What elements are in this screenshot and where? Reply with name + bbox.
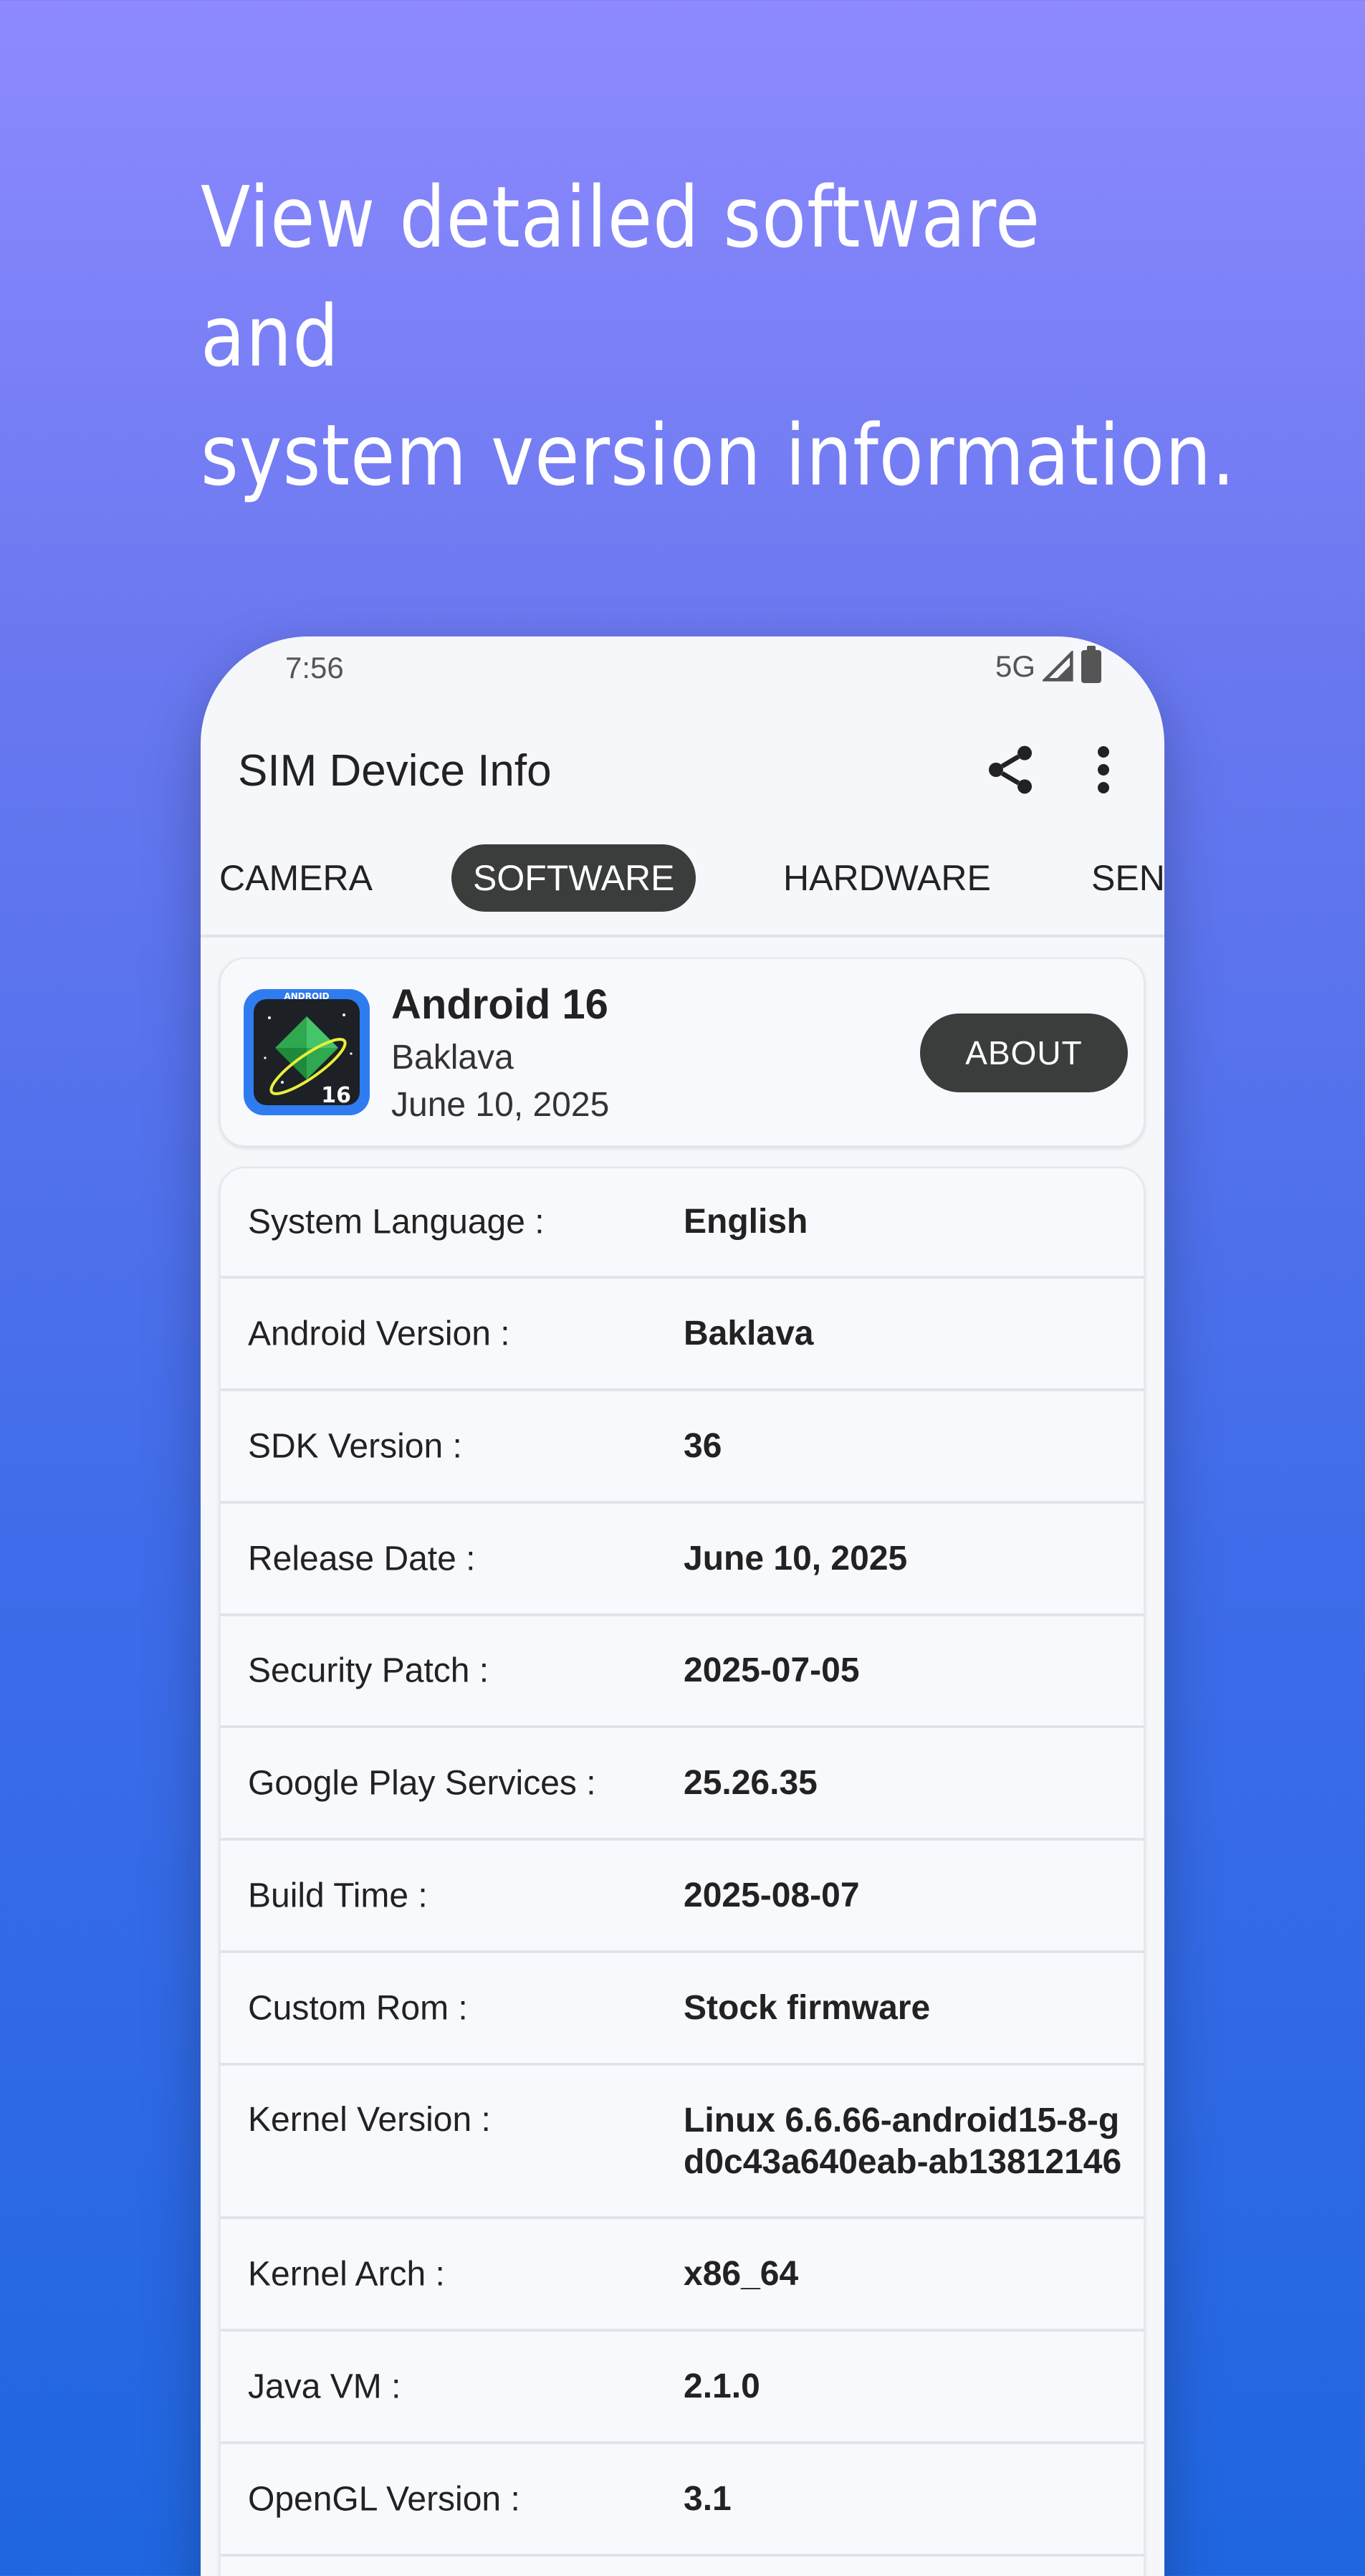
row-label: Build Time : [248,1876,428,1914]
signal-icon [1043,651,1073,682]
promo-headline: View detailed software and system versio… [201,158,1275,515]
info-row-system-language: System Language : English [221,1168,1144,1279]
row-value: Baklava [684,1314,814,1353]
headline-line-3: system version information. [201,406,1236,505]
info-row-kernel-arch: Kernel Arch : x86_64 [221,2219,1144,2332]
tab-software[interactable]: SOFTWARE [451,844,696,912]
row-label: Google Play Services : [248,1764,596,1802]
tab-sensors[interactable]: SENS [1091,844,1164,912]
software-info-list: System Language : English Android Versio… [219,1167,1145,2576]
info-row-release-date: Release Date : June 10, 2025 [221,1504,1144,1616]
row-value: Stock firmware [684,1988,931,2027]
icon-number: 16 [321,1083,351,1108]
row-value: 25.26.35 [684,1763,818,1802]
share-icon[interactable] [982,741,1039,798]
info-row-android-version: Android Version : Baklava [221,1279,1144,1391]
info-row-google-play-services: Google Play Services : 25.26.35 [221,1728,1144,1841]
info-row-opengl-version: OpenGL Version : 3.1 [221,2444,1144,2557]
network-type: 5G [995,649,1035,683]
info-row-build-time: Build Time : 2025-08-07 [221,1841,1144,1953]
android-logo-icon: ANDROID 16 [244,989,370,1115]
row-value: x86_64 [684,2254,799,2293]
row-value: 2.1.0 [684,2367,760,2405]
headline-line-2: and [201,287,340,386]
status-time: 7:56 [285,651,344,684]
status-bar: 7:56 5G [201,636,1164,701]
row-value: June 10, 2025 [684,1539,908,1578]
info-row-kernel-version: Kernel Version : Linux 6.6.66-android15-… [221,2066,1144,2219]
os-summary-card: ANDROID 16 Android 16 Baklava June 10, 2… [219,958,1145,1147]
row-value: 36 [684,1426,722,1465]
tab-bar: CAMERA SOFTWARE HARDWARE SENS [201,844,1164,938]
row-label: Security Patch : [248,1651,489,1690]
more-vert-icon[interactable] [1082,741,1125,798]
icon-label: ANDROID [284,991,329,1001]
row-value: 2025-08-07 [684,1876,860,1914]
row-value: English [684,1203,808,1241]
row-label: Kernel Arch : [248,2255,445,2293]
status-icons: 5G [995,646,1101,684]
row-label: Custom Rom : [248,1989,468,2027]
phone-screen: 7:56 5G SIM Device Info CAMERA SOFTWARE … [201,636,1164,2576]
battery-icon [1081,646,1101,683]
row-label: Release Date : [248,1540,476,1578]
info-row-sdk-version: SDK Version : 36 [221,1391,1144,1504]
os-codename: Baklava [391,1039,514,1077]
row-label: SDK Version : [248,1427,462,1465]
row-label: Kernel Version : [248,2101,491,2139]
row-value: 3.1 [684,2479,732,2518]
app-title: SIM Device Info [238,746,552,796]
about-button[interactable]: ABOUT [920,1013,1128,1092]
os-release-date: June 10, 2025 [391,1086,610,1124]
os-name: Android 16 [391,981,608,1028]
row-label: Android Version : [248,1315,510,1353]
row-label: OpenGL Version : [248,2480,520,2518]
app-bar: SIM Device Info [201,722,1164,823]
info-row-security-patch: Security Patch : 2025-07-05 [221,1616,1144,1728]
info-row-custom-rom: Custom Rom : Stock firmware [221,1953,1144,2066]
row-label: System Language : [248,1203,545,1241]
tab-hardware[interactable]: HARDWARE [783,844,991,912]
headline-line-1: View detailed software [201,168,1041,267]
row-value: 2025-07-05 [684,1651,860,1689]
tab-camera[interactable]: CAMERA [219,844,373,912]
row-value: Linux 6.6.66-android15-8-gd0c43a640eab-a… [684,2102,1122,2181]
info-row-java-vm: Java VM : 2.1.0 [221,2332,1144,2444]
row-label: Java VM : [248,2367,401,2405]
